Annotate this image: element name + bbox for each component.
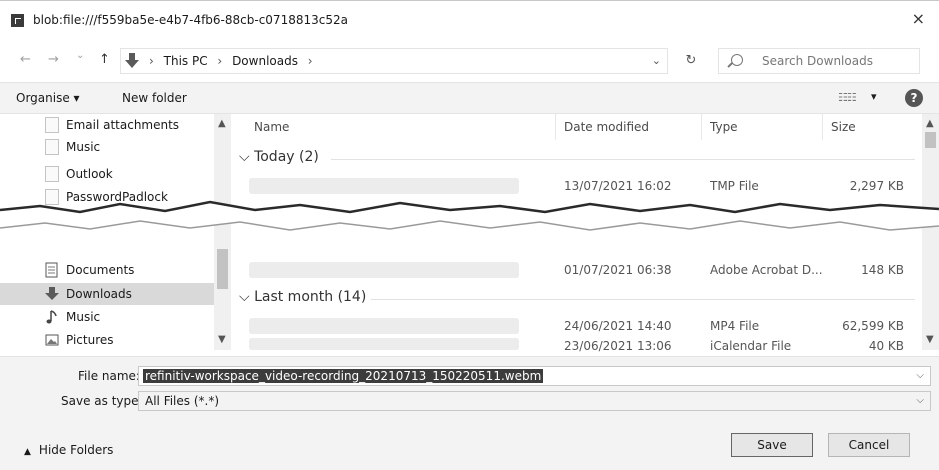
sidebar-item-downloads[interactable]: Downloads: [0, 283, 214, 305]
sidebar-item-pictures[interactable]: Pictures: [0, 329, 214, 351]
blurred-file-name: [249, 338, 519, 350]
chevron-down-icon[interactable]: ⌵: [916, 395, 924, 406]
save-form: File name: refinitiv-workspace_video-rec…: [0, 356, 939, 470]
blurred-file-name: [249, 318, 519, 334]
column-header-date[interactable]: Date modified: [564, 120, 649, 134]
search-input[interactable]: Search Downloads: [762, 54, 873, 68]
view-dropdown-icon[interactable]: ▾: [871, 90, 877, 103]
forward-arrow-icon[interactable]: →: [48, 52, 59, 67]
document-icon: [45, 262, 58, 278]
scrollbar-thumb[interactable]: [217, 249, 228, 289]
file-size: 40 KB: [868, 339, 904, 353]
sidebar-item-label: Outlook: [66, 167, 113, 181]
navigation-bar: ← → ⌄ ↑ › This PC › Downloads › ⌄ ↻ Sear…: [0, 44, 939, 76]
sidebar-item-outlook[interactable]: Outlook: [0, 163, 214, 185]
back-arrow-icon[interactable]: ←: [20, 52, 31, 67]
folder-icon: [45, 117, 59, 133]
scroll-down-icon[interactable]: ▼: [926, 334, 934, 345]
address-bar[interactable]: › This PC › Downloads › ⌄: [120, 48, 668, 74]
sidebar-item-label: Music: [66, 140, 101, 154]
new-folder-button[interactable]: New folder: [122, 91, 187, 105]
window-title: blob:file:///f559ba5e-e4b7-4fb6-88cb-c07…: [33, 13, 348, 27]
up-arrow-icon[interactable]: ↑: [99, 52, 110, 67]
group-label: Last month (14): [254, 289, 367, 305]
view-options-icon[interactable]: ☷☷: [838, 91, 857, 104]
sidebar-item-label: Downloads: [66, 287, 132, 301]
scroll-up-icon[interactable]: ▲: [218, 118, 226, 129]
save-button[interactable]: Save: [731, 433, 813, 457]
chevron-up-icon: ▲: [24, 447, 31, 457]
sidebar-item-documents[interactable]: Documents: [0, 259, 214, 281]
scrollbar-thumb[interactable]: [925, 132, 936, 148]
breadcrumb-downloads[interactable]: Downloads: [232, 54, 298, 68]
breadcrumb-separator[interactable]: ›: [308, 54, 313, 68]
torn-edge-graphic: [0, 200, 939, 231]
table-row[interactable]: 01/07/2021 06:38 Adobe Acrobat D... 148 …: [231, 260, 921, 280]
file-type: Adobe Acrobat D...: [710, 263, 823, 277]
search-box[interactable]: Search Downloads: [718, 48, 920, 74]
organise-button[interactable]: Organise ▾: [16, 91, 80, 105]
column-divider[interactable]: [822, 114, 823, 140]
file-size: 148 KB: [861, 263, 904, 277]
sidebar-item-label: Documents: [66, 263, 135, 277]
sidebar-item-email-attachments[interactable]: Email attachments: [0, 114, 214, 136]
breadcrumb: › This PC › Downloads ›: [149, 54, 319, 68]
breadcrumb-separator: ›: [217, 54, 223, 68]
file-name-input[interactable]: refinitiv-workspace_video-recording_2021…: [143, 369, 544, 383]
download-icon: [45, 287, 59, 300]
sidebar-item-label: Pictures: [66, 333, 114, 347]
app-icon: [11, 14, 24, 27]
group-header-last-month[interactable]: ⌵ Last month (14): [239, 289, 366, 305]
close-icon[interactable]: ×: [912, 9, 925, 28]
file-date: 24/06/2021 14:40: [564, 319, 672, 333]
file-name-field[interactable]: refinitiv-workspace_video-recording_2021…: [138, 366, 931, 386]
file-date: 23/06/2021 13:06: [564, 339, 672, 353]
save-as-type-value: All Files (*.*): [145, 394, 220, 408]
file-size: 62,599 KB: [842, 319, 904, 333]
table-row[interactable]: 24/06/2021 14:40 MP4 File 62,599 KB: [231, 316, 921, 336]
search-icon: [731, 54, 743, 66]
blurred-file-name: [249, 262, 519, 278]
column-header-name[interactable]: Name: [254, 120, 289, 134]
group-label: Today (2): [254, 149, 319, 165]
file-type: MP4 File: [710, 319, 760, 333]
download-icon: [125, 53, 139, 68]
column-divider[interactable]: [555, 114, 556, 140]
sidebar-item-label: Music: [66, 310, 101, 324]
column-divider[interactable]: [701, 114, 702, 140]
music-icon: [46, 310, 57, 324]
scroll-up-icon[interactable]: ▲: [926, 118, 934, 129]
file-type: iCalendar File: [710, 339, 792, 353]
chevron-down-icon[interactable]: ⌄: [652, 54, 661, 67]
help-icon[interactable]: ?: [905, 89, 923, 107]
table-row[interactable]: 23/06/2021 13:06 iCalendar File 40 KB: [231, 336, 921, 356]
column-header-size[interactable]: Size: [831, 120, 856, 134]
group-header-today[interactable]: ⌵ Today (2): [239, 149, 319, 165]
group-divider: [331, 159, 915, 160]
title-bar: blob:file:///f559ba5e-e4b7-4fb6-88cb-c07…: [0, 0, 939, 40]
sidebar-item-music[interactable]: Music: [0, 306, 214, 328]
hide-folders-button[interactable]: ▲ Hide Folders: [24, 443, 113, 457]
scroll-down-icon[interactable]: ▼: [218, 334, 226, 345]
breadcrumb-separator: ›: [149, 54, 154, 68]
save-as-type-label: Save as type:: [61, 394, 143, 408]
group-divider: [371, 299, 915, 300]
refresh-icon[interactable]: ↻: [676, 48, 706, 74]
hide-folders-label: Hide Folders: [38, 443, 114, 457]
save-as-type-select[interactable]: All Files (*.*) ⌵: [138, 391, 931, 411]
recent-locations-icon[interactable]: ⌄: [76, 50, 84, 61]
chevron-down-icon[interactable]: ⌵: [916, 370, 924, 381]
sidebar-item-label: Email attachments: [66, 118, 180, 132]
file-date: 01/07/2021 06:38: [564, 263, 672, 277]
cancel-button[interactable]: Cancel: [828, 433, 910, 457]
folder-icon: [45, 139, 59, 155]
sidebar-item-music-folder[interactable]: Music: [0, 136, 214, 158]
folder-icon: [45, 166, 59, 182]
breadcrumb-this-pc[interactable]: This PC: [164, 54, 208, 68]
pictures-icon: [45, 334, 59, 346]
file-name-label: File name:: [78, 369, 140, 383]
command-bar: Organise ▾ New folder ☷☷ ▾ ?: [0, 82, 939, 114]
column-header-type[interactable]: Type: [710, 120, 738, 134]
